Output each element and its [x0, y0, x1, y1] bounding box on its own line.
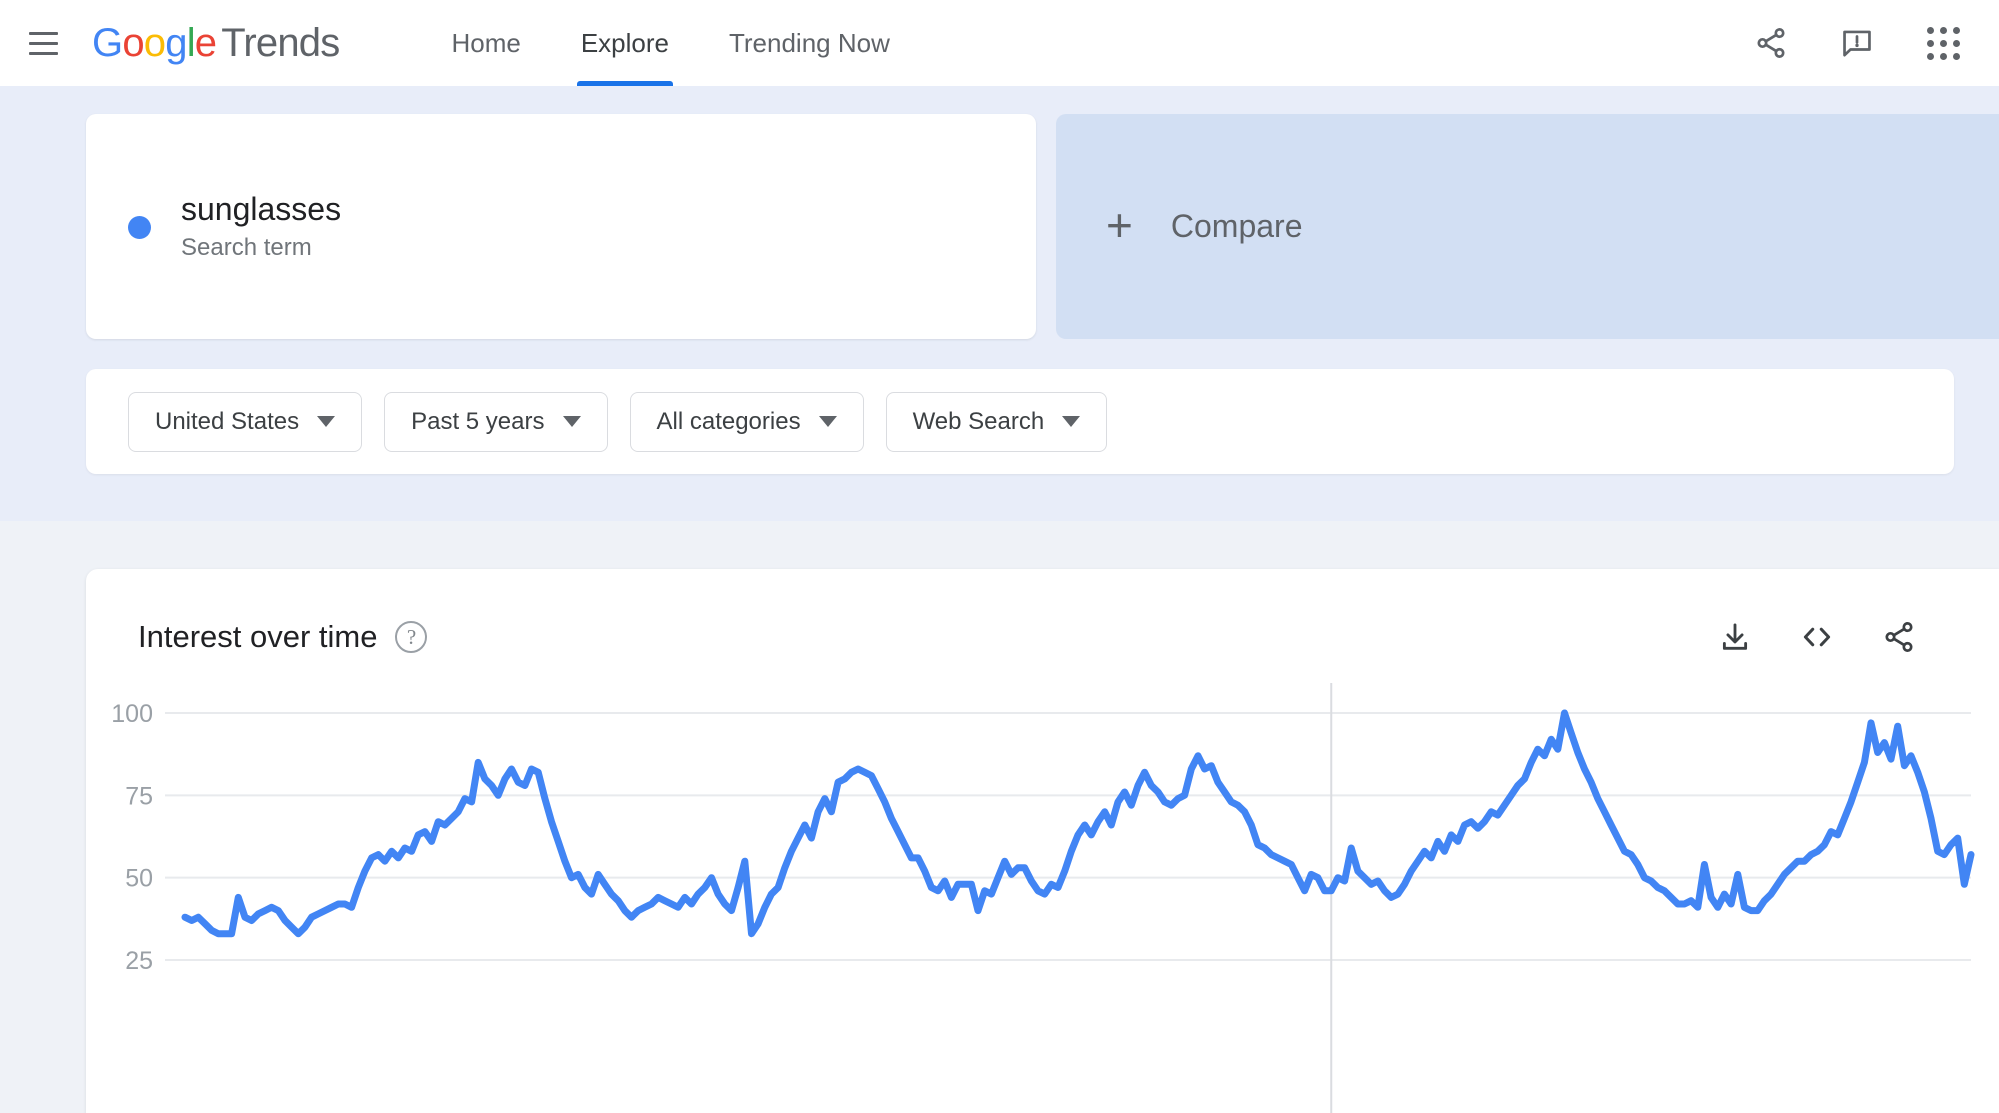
main-navigation: Home Explore Trending Now	[425, 0, 915, 86]
chevron-down-icon	[562, 416, 581, 427]
logo-letter-o1: o	[122, 20, 144, 65]
chart-section: Interest over time ? 100 75 50 25	[0, 569, 1999, 1113]
y-axis-tick-label: 25	[125, 947, 153, 975]
nav-label-trending-now: Trending Now	[728, 27, 890, 58]
logo-letter-o2: o	[143, 20, 166, 65]
compare-label: Compare	[1170, 208, 1303, 244]
app-header: Go o g l e Trends Home Explore Trending Now	[0, 0, 1999, 86]
y-axis-tick-label: 75	[125, 782, 153, 810]
y-axis-tick-label: 50	[125, 865, 153, 893]
plus-icon: +	[1106, 198, 1133, 251]
nav-item-home[interactable]: Home	[425, 0, 546, 86]
filter-time-range[interactable]: Past 5 years	[384, 391, 608, 452]
logo-letter-g: G	[92, 20, 123, 65]
header-actions	[1751, 23, 1963, 63]
filter-search-type-label: Web Search	[912, 407, 1045, 435]
logo-letter-e: e	[194, 20, 217, 65]
nav-label-home: Home	[451, 27, 521, 58]
search-term-color-dot	[128, 216, 151, 239]
logo-product-name: Trends	[221, 20, 340, 65]
search-term-texts: sunglasses Search term	[181, 191, 341, 261]
feedback-icon[interactable]	[1837, 23, 1877, 63]
chart-header: Interest over time ?	[86, 569, 1999, 657]
hamburger-menu-icon[interactable]	[20, 20, 66, 66]
filter-category-label: All categories	[656, 407, 801, 435]
logo-letter-g2: g	[165, 20, 187, 65]
chart-plot-area[interactable]: 100755025 Note	[86, 683, 1999, 1113]
logo-letter-l: l	[186, 20, 196, 65]
search-term-card[interactable]: sunglasses Search term	[86, 114, 1036, 339]
chart-toolbar	[1715, 617, 1919, 657]
interest-over-time-card: Interest over time ? 100 75 50 25	[86, 569, 1999, 1113]
chevron-down-icon	[1062, 416, 1081, 427]
query-row: sunglasses Search term + Compare	[0, 86, 1999, 339]
interest-over-time-line-chart[interactable]: 100 75 50 25	[86, 683, 1999, 1113]
compare-button[interactable]: + Compare	[1056, 114, 1999, 339]
nav-item-explore[interactable]: Explore	[555, 0, 695, 86]
page-title: Interest over time	[138, 619, 378, 654]
embed-code-icon[interactable]	[1797, 617, 1837, 657]
download-icon[interactable]	[1715, 617, 1755, 657]
filter-location[interactable]: United States	[128, 391, 363, 452]
y-axis-tick-label: 100	[111, 700, 153, 728]
google-apps-icon[interactable]	[1923, 23, 1963, 63]
apps-grid-dots	[1926, 26, 1960, 60]
filter-time-range-label: Past 5 years	[411, 407, 545, 435]
query-section: sunglasses Search term + Compare United …	[0, 86, 1999, 521]
filters-bar: United States Past 5 years All categorie…	[86, 369, 1954, 474]
chevron-down-icon	[317, 416, 336, 427]
help-icon[interactable]: ?	[395, 621, 428, 653]
filter-category[interactable]: All categories	[629, 391, 864, 452]
share-icon[interactable]	[1751, 23, 1791, 63]
nav-item-trending-now[interactable]: Trending Now	[703, 0, 916, 86]
filter-search-type[interactable]: Web Search	[885, 391, 1108, 452]
google-trends-logo[interactable]: Go o g l e Trends	[92, 20, 340, 66]
search-term-name: sunglasses	[181, 191, 342, 228]
series-line-sunglasses[interactable]	[181, 709, 1975, 938]
filter-location-label: United States	[155, 407, 300, 435]
search-term-type: Search term	[181, 234, 312, 262]
nav-label-explore: Explore	[580, 27, 669, 58]
share-icon[interactable]	[1879, 617, 1919, 657]
chevron-down-icon	[818, 416, 837, 427]
